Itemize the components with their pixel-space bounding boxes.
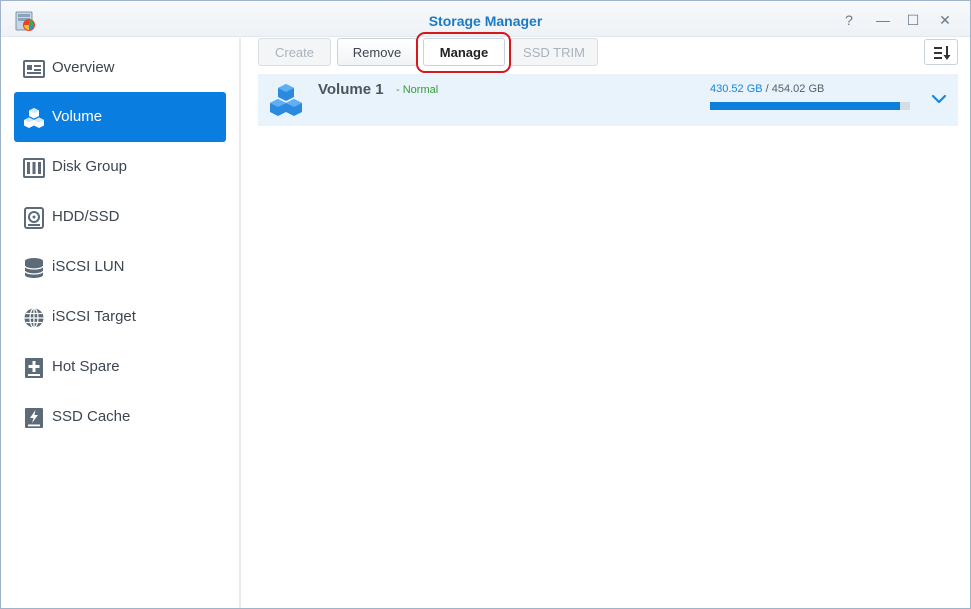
sidebar-item-label: Hot Spare (52, 358, 120, 375)
iscsi-lun-icon (24, 258, 44, 278)
volume-usage-fill (710, 102, 900, 110)
sort-button[interactable] (924, 39, 958, 65)
maximize-button[interactable]: ☐ (903, 10, 923, 30)
help-icon: ? (845, 12, 853, 28)
minimize-icon: — (876, 12, 890, 28)
hdd-icon (24, 207, 44, 229)
volume-total: 454.02 GB (771, 83, 825, 95)
sidebar-item-label: Disk Group (52, 158, 128, 175)
volume-status: - Normal (396, 84, 439, 96)
close-button[interactable]: ✕ (935, 10, 955, 30)
sidebar-item-label: Overview (52, 59, 115, 76)
sidebar-item-volume[interactable]: Volume (14, 92, 226, 142)
overview-icon (23, 60, 45, 78)
maximize-icon: ☐ (906, 11, 920, 28)
sidebar-item-ssd-cache[interactable]: SSD Cache (14, 392, 226, 442)
hot-spare-icon (25, 358, 43, 378)
manage-button[interactable]: Manage (423, 38, 505, 66)
sidebar-item-label: HDD/SSD (52, 208, 120, 225)
sidebar-item-label: iSCSI LUN (52, 258, 125, 275)
help-button[interactable]: ? (839, 10, 859, 30)
volume-list-item[interactable]: Volume 1 - Normal 430.52 GB / 454.02 GB (258, 74, 958, 126)
create-button[interactable]: Create (258, 38, 331, 66)
sidebar-item-overview[interactable]: Overview (14, 43, 226, 93)
volume-used: 430.52 GB (710, 83, 763, 95)
title-bar: Storage Manager ? — ☐ ✕ (1, 1, 970, 37)
sidebar-item-disk-group[interactable]: Disk Group (14, 142, 226, 192)
sidebar-item-label: SSD Cache (52, 408, 131, 425)
iscsi-target-icon (24, 307, 44, 329)
minimize-button[interactable]: — (873, 10, 893, 30)
sidebar-item-label: Volume (52, 108, 103, 125)
capacity-separator: / (762, 83, 772, 95)
remove-button[interactable]: Remove (337, 38, 417, 66)
sort-icon (934, 46, 951, 60)
sidebar-item-hdd-ssd[interactable]: HDD/SSD (14, 192, 226, 242)
volume-cubes-icon (24, 108, 44, 128)
window-title: Storage Manager (428, 13, 543, 29)
sidebar-item-iscsi-lun[interactable]: iSCSI LUN (14, 242, 226, 292)
ssd-cache-icon (25, 408, 43, 428)
sidebar-item-iscsi-target[interactable]: iSCSI Target (14, 292, 226, 342)
close-icon: ✕ (939, 11, 951, 28)
disk-group-icon (23, 158, 45, 178)
sidebar-item-hot-spare[interactable]: Hot Spare (14, 342, 226, 392)
storage-manager-window: Storage Manager ? — ☐ ✕ Overview Volume … (0, 0, 971, 609)
volume-usage-bar (710, 102, 910, 110)
sidebar: Overview Volume Disk Group HDD/SSD iSCSI… (1, 38, 241, 608)
chevron-down-icon[interactable] (930, 90, 948, 108)
volume-capacity: 430.52 GB / 454.02 GB (710, 83, 824, 95)
ssd-trim-button[interactable]: SSD TRIM (510, 38, 598, 66)
volume-name: Volume 1 (318, 81, 384, 98)
volume-cubes-icon (270, 84, 302, 116)
sidebar-item-label: iSCSI Target (52, 308, 136, 325)
